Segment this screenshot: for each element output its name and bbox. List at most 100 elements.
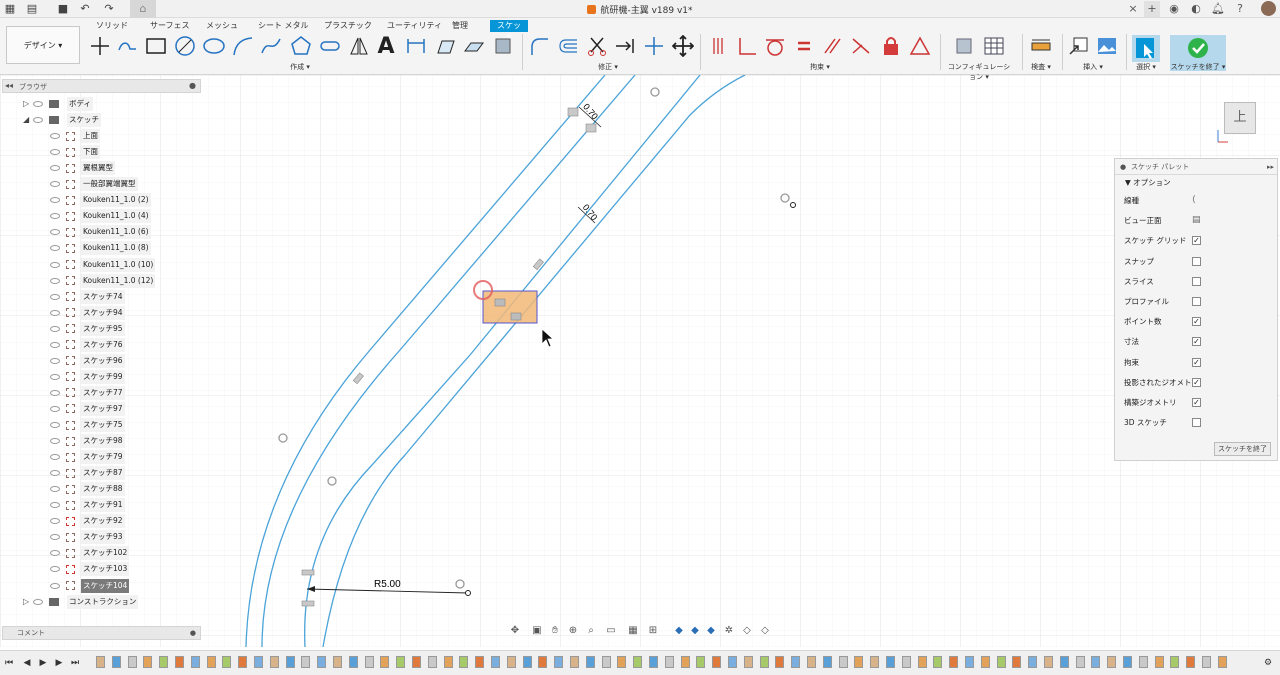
view-top-icon[interactable]: ◆ <box>689 625 701 637</box>
tab-utility[interactable]: ユーティリティ <box>383 20 446 32</box>
browser-tree-item[interactable]: スケッチ102 <box>50 546 130 561</box>
browser-tree-item[interactable]: スケッチ74 <box>50 289 125 304</box>
timeline-feature-icon[interactable] <box>506 656 516 668</box>
tab-surface[interactable]: サーフェス <box>146 20 194 32</box>
circle-tool-icon[interactable] <box>174 35 196 57</box>
timeline-feature-icon[interactable] <box>585 656 595 668</box>
configuration-table-icon[interactable] <box>983 35 1005 57</box>
timeline-feature-icon[interactable] <box>743 656 753 668</box>
palette-header[interactable]: ● スケッチ パレット ▸▸ <box>1115 159 1277 175</box>
tangent-constraint-icon[interactable] <box>764 35 786 57</box>
create-group-label[interactable]: 作成 ▾ <box>282 62 318 72</box>
fillet-tool-icon[interactable] <box>528 35 550 57</box>
timeline-feature-icon[interactable] <box>269 656 279 668</box>
visibility-eye-icon[interactable] <box>50 502 60 509</box>
look-at-icon[interactable]: ▣ <box>531 625 543 637</box>
timeline-start-icon[interactable]: ⏮︎ <box>4 657 14 669</box>
browser-tree-item[interactable]: ▷ ボディ <box>23 97 93 111</box>
browser-tree-item[interactable]: スケッチ77 <box>50 385 125 400</box>
tab-mesh[interactable]: メッシュ <box>202 20 242 32</box>
browser-tree-item[interactable]: スケッチ99 <box>50 369 125 384</box>
timeline-feature-icon[interactable] <box>443 656 453 668</box>
palette-checkbox[interactable]: ✓ <box>1192 397 1201 407</box>
insert-derive-icon[interactable] <box>1068 35 1090 57</box>
timeline-feature-icon[interactable] <box>1202 656 1211 668</box>
viewports-icon[interactable]: ⊞ <box>647 625 659 637</box>
workspace-switcher-button[interactable]: デザイン ▾ <box>6 26 80 64</box>
timeline-feature-icon[interactable] <box>285 656 295 668</box>
timeline-feature-icon[interactable] <box>1091 656 1101 668</box>
timeline-feature-icon[interactable] <box>159 656 169 668</box>
break-tool-icon[interactable] <box>643 35 665 57</box>
browser-tree-item[interactable]: スケッチ92 <box>50 514 125 529</box>
palette-checkbox[interactable] <box>1192 276 1201 286</box>
comment-pin-icon[interactable]: ● <box>190 627 196 639</box>
visibility-eye-icon[interactable] <box>50 165 60 172</box>
visibility-eye-icon[interactable] <box>50 341 60 348</box>
palette-checkbox[interactable] <box>1192 256 1201 266</box>
timeline-feature-icon[interactable] <box>664 656 674 668</box>
visibility-eye-icon[interactable] <box>50 245 60 252</box>
visibility-eye-icon[interactable] <box>50 405 60 412</box>
timeline-feature-icon[interactable] <box>412 656 421 668</box>
timeline-feature-icon[interactable] <box>317 656 327 668</box>
palette-checkbox[interactable]: ✓ <box>1192 337 1201 347</box>
measure-icon[interactable] <box>1030 35 1052 57</box>
visibility-eye-icon[interactable] <box>50 582 60 589</box>
browser-tree-item[interactable]: スケッチ94 <box>50 305 125 320</box>
timeline-feature-icon[interactable] <box>1059 656 1069 668</box>
zoom-window-icon[interactable]: ⌕ <box>585 625 597 637</box>
line-tool-icon[interactable] <box>89 35 111 57</box>
timeline-feature-icon[interactable] <box>838 656 848 668</box>
timeline-feature-icon[interactable] <box>601 656 611 668</box>
visibility-eye-icon[interactable] <box>33 598 43 605</box>
spline-line-tool-icon[interactable] <box>116 35 138 57</box>
timeline-feature-icon[interactable] <box>1107 656 1117 668</box>
timeline-feature-icon[interactable] <box>996 656 1006 668</box>
browser-tree-item[interactable]: スケッチ98 <box>50 434 125 449</box>
timeline-feature-icon[interactable] <box>980 656 990 668</box>
timeline-feature-icon[interactable] <box>175 656 184 668</box>
timeline-play-icon[interactable]: ▶ <box>38 657 48 669</box>
timeline-feature-icon[interactable] <box>301 656 311 668</box>
spline-tool-icon[interactable] <box>260 35 282 57</box>
select-group-label[interactable]: 選択 ▾ <box>1132 62 1160 72</box>
extend-tool-icon[interactable] <box>614 35 636 57</box>
text-tool-icon[interactable]: A <box>375 34 397 59</box>
constraints-group-label[interactable]: 拘束 ▾ <box>806 62 834 72</box>
tab-manage[interactable]: 管理 <box>448 20 472 32</box>
visibility-eye-icon[interactable] <box>50 357 60 364</box>
visibility-eye-icon[interactable] <box>50 181 60 188</box>
user-avatar[interactable] <box>1261 1 1276 16</box>
browser-pin-icon[interactable]: ● <box>189 81 196 90</box>
palette-expand-icon[interactable]: ▸▸ <box>1267 159 1274 175</box>
timeline-feature-icon[interactable] <box>222 656 232 668</box>
tab-plastic[interactable]: プラスチック <box>320 20 376 32</box>
palette-finish-sketch-button[interactable]: スケッチを終了 <box>1214 442 1271 456</box>
polygon-tool-icon[interactable] <box>290 35 312 57</box>
timeline-feature-icon[interactable] <box>649 656 658 668</box>
visibility-eye-icon[interactable] <box>50 197 60 204</box>
timeline-feature-icon[interactable] <box>554 656 564 668</box>
timeline-feature-icon[interactable] <box>348 656 358 668</box>
timeline-feature-icon[interactable] <box>1138 656 1148 668</box>
browser-tree-item[interactable]: Kouken11_1.0 (10) <box>50 257 156 272</box>
visibility-eye-icon[interactable] <box>33 101 43 107</box>
tab-sketch[interactable]: スケッチ <box>490 20 528 42</box>
timeline-feature-icon[interactable] <box>254 656 263 668</box>
timeline-feature-icon[interactable] <box>1154 656 1164 668</box>
visibility-eye-icon[interactable] <box>50 293 60 300</box>
slot-tool-icon[interactable] <box>319 35 341 57</box>
notifications-icon[interactable]: 🔔︎ <box>1210 1 1226 17</box>
visibility-eye-icon[interactable] <box>50 133 60 140</box>
timeline-feature-icon[interactable] <box>807 656 816 668</box>
timeline-feature-icon[interactable] <box>680 656 690 668</box>
job-status-icon[interactable]: ◐ <box>1188 1 1204 17</box>
browser-tree-item[interactable]: Kouken11_1.0 (8) <box>50 241 151 256</box>
close-tab-icon[interactable]: × <box>1125 1 1141 17</box>
view-front-icon[interactable]: ◆ <box>673 625 685 637</box>
browser-tree-item[interactable]: スケッチ87 <box>50 466 125 481</box>
timeline-forward-icon[interactable]: ▶︎ <box>54 657 64 669</box>
constraint-glyph[interactable] <box>301 600 315 607</box>
timeline-back-icon[interactable]: ◀ <box>22 657 32 669</box>
